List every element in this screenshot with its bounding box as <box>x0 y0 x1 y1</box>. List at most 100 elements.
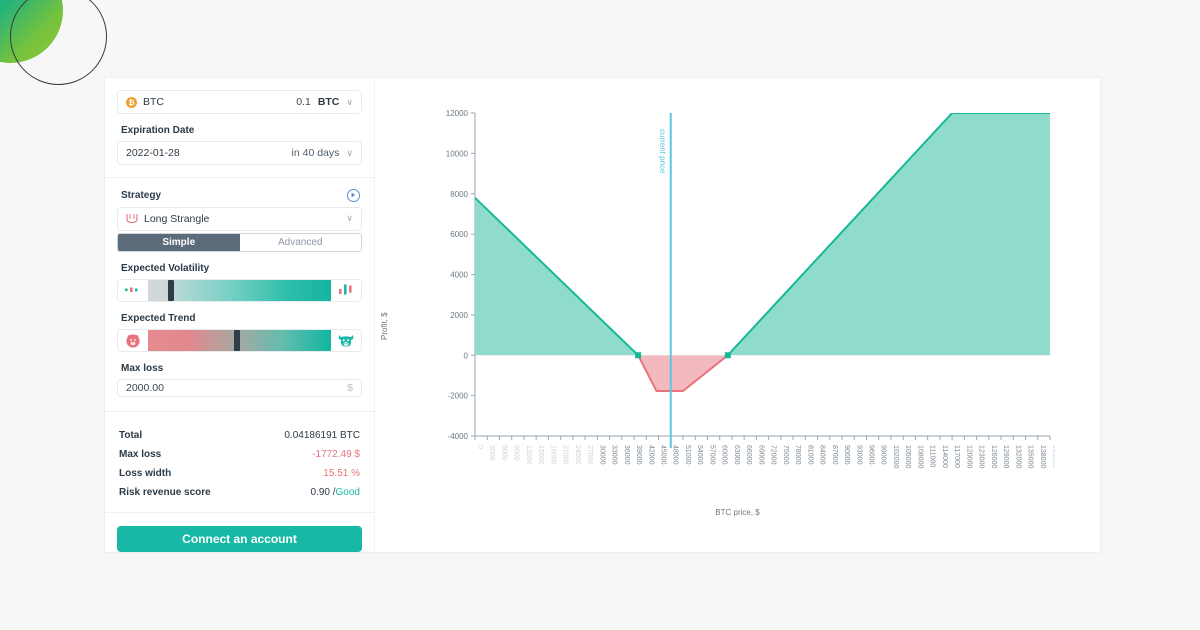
svg-text:117000: 117000 <box>953 445 960 468</box>
options-builder-app: ₿ BTC 0.1 BTC ∨ Expiration Date 2022-01-… <box>105 78 1100 552</box>
bear-icon <box>118 330 148 352</box>
stat-value: -1772.49 $ <box>312 449 360 461</box>
svg-text:126000: 126000 <box>990 445 997 468</box>
svg-text:60000: 60000 <box>721 445 728 465</box>
svg-text:99000: 99000 <box>880 445 887 465</box>
tab-advanced[interactable]: Advanced <box>239 233 361 251</box>
expiration-date-value: 2022-01-28 <box>126 147 180 159</box>
svg-text:39000: 39000 <box>635 445 642 465</box>
svg-text:96000: 96000 <box>867 445 874 465</box>
svg-text:114000: 114000 <box>941 445 948 468</box>
svg-text:123000: 123000 <box>978 445 985 468</box>
svg-text:8000: 8000 <box>450 190 468 199</box>
y-axis-title: Profit, $ <box>380 312 389 340</box>
svg-text:18000: 18000 <box>549 445 556 465</box>
chevron-down-icon[interactable]: ∨ <box>346 213 353 224</box>
svg-text:51000: 51000 <box>684 445 691 465</box>
strategy-name: Long Strangle <box>144 212 210 225</box>
btc-coin-icon: ₿ <box>126 96 137 108</box>
svg-text:93000: 93000 <box>855 445 862 465</box>
stat-row-risk-revenue-score: Risk revenue score 0.90 /Good <box>117 483 362 502</box>
svg-text:87000: 87000 <box>831 445 838 465</box>
svg-text:84000: 84000 <box>819 445 826 465</box>
svg-text:48000: 48000 <box>672 445 679 465</box>
sidebar-divider <box>105 177 374 178</box>
payoff-chart-svg: -4000 -2000 0 2000 4000 6000 8000 10000 120000 30… <box>446 109 1055 468</box>
connect-divider <box>105 512 374 513</box>
stat-value: 0.04186191 BTC <box>284 430 360 442</box>
svg-text:66000: 66000 <box>745 445 752 465</box>
sidebar-panel: ₿ BTC 0.1 BTC ∨ Expiration Date 2022-01-… <box>105 78 375 552</box>
svg-text:9000: 9000 <box>513 445 520 461</box>
svg-text:63000: 63000 <box>733 445 740 465</box>
svg-text:24000: 24000 <box>574 445 581 465</box>
svg-text:69000: 69000 <box>757 445 764 465</box>
expiration-date-selector[interactable]: 2022-01-28 in 40 days ∨ <box>117 141 362 165</box>
stat-value: 15.51 % <box>323 468 360 480</box>
play-circle-icon[interactable] <box>347 188 360 202</box>
stat-key: Loss width <box>119 468 172 480</box>
svg-text:2000: 2000 <box>450 311 468 320</box>
svg-text:108000: 108000 <box>916 445 923 468</box>
volatility-handle[interactable] <box>168 279 175 301</box>
svg-text:0: 0 <box>476 445 483 449</box>
max-loss-label: Max loss <box>121 363 164 375</box>
high-volatility-candles-icon <box>331 279 361 301</box>
volatility-track[interactable] <box>148 279 331 301</box>
svg-text:120000: 120000 <box>965 445 972 468</box>
mode-tabs: Simple Advanced <box>117 232 362 252</box>
stat-row-max-loss: Max loss -1772.49 $ <box>117 445 362 464</box>
long-strangle-icon <box>126 214 138 224</box>
x-axis-title: BTC price, $ <box>715 508 760 517</box>
svg-text:132000: 132000 <box>1014 445 1021 468</box>
max-loss-currency-suffix: $ <box>347 382 353 395</box>
expected-trend-slider[interactable] <box>117 329 362 353</box>
stat-value: 0.90 /Good <box>311 487 361 498</box>
svg-text:12000: 12000 <box>446 109 469 118</box>
svg-text:78000: 78000 <box>794 445 801 465</box>
svg-text:135000: 135000 <box>1027 445 1034 468</box>
tab-simple[interactable]: Simple <box>118 233 240 251</box>
max-loss-input[interactable]: 2000.00 $ <box>117 379 362 398</box>
connect-account-button[interactable]: Connect an account <box>117 526 362 552</box>
svg-text:72000: 72000 <box>770 445 777 465</box>
stats-divider <box>105 411 374 413</box>
chevron-down-icon[interactable]: ∨ <box>346 148 353 159</box>
stat-row-loss-width: Loss width 15.51 % <box>117 464 362 483</box>
svg-text:42000: 42000 <box>647 445 654 465</box>
expiration-relative: in 40 days <box>291 147 340 159</box>
score-number: 0.90 / <box>310 487 336 499</box>
svg-text:102000: 102000 <box>892 445 899 468</box>
svg-text:45000: 45000 <box>660 445 667 465</box>
svg-text:10000: 10000 <box>446 149 469 158</box>
svg-text:75000: 75000 <box>782 445 789 465</box>
svg-text:141000: 141000 <box>1051 445 1055 468</box>
strategy-selector[interactable]: Long Strangle ∨ <box>117 206 362 231</box>
max-loss-value: 2000.00 <box>126 382 164 395</box>
svg-text:129000: 129000 <box>1002 445 1009 468</box>
strategy-header: Strategy <box>121 188 360 202</box>
expected-trend-label: Expected Trend <box>121 313 196 324</box>
svg-text:54000: 54000 <box>696 445 703 465</box>
asset-symbol: BTC <box>143 96 164 108</box>
stat-key: Total <box>119 430 143 442</box>
svg-text:30000: 30000 <box>598 445 605 465</box>
summary-stats: Total 0.04186191 BTC Max loss -1772.49 $… <box>117 426 362 502</box>
asset-amount: 0.1 <box>296 96 311 108</box>
svg-text:138000: 138000 <box>1039 445 1046 468</box>
trend-handle[interactable] <box>234 330 240 352</box>
chevron-down-icon[interactable]: ∨ <box>346 97 353 108</box>
svg-text:105000: 105000 <box>904 445 911 468</box>
payoff-chart-pane: Profit, $ BTC price, $ current price -40… <box>375 78 1100 552</box>
svg-text:-4000: -4000 <box>448 432 469 441</box>
svg-text:6000: 6000 <box>450 230 468 239</box>
expected-volatility-slider[interactable] <box>117 278 362 302</box>
svg-text:4000: 4000 <box>450 271 468 280</box>
trend-track[interactable] <box>148 330 331 352</box>
expiration-date-label: Expiration Date <box>121 125 195 136</box>
svg-text:-2000: -2000 <box>448 392 469 401</box>
low-volatility-candles-icon <box>118 279 148 301</box>
svg-text:90000: 90000 <box>843 445 850 465</box>
asset-selector[interactable]: ₿ BTC 0.1 BTC ∨ <box>117 90 362 114</box>
stat-row-total: Total 0.04186191 BTC <box>117 426 362 445</box>
